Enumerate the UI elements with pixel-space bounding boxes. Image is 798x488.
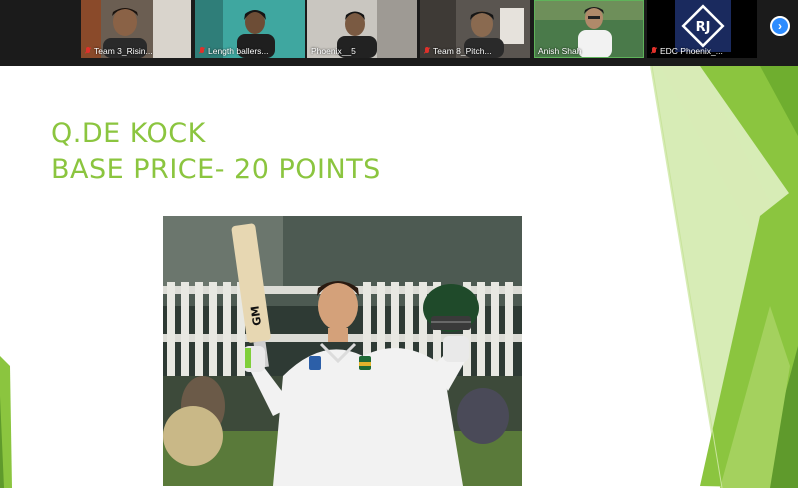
participant-name: Anish Shah xyxy=(538,46,582,56)
participant-strip: Team 3_Risin... Length ballers... Phoeni… xyxy=(0,0,798,66)
participant-tile[interactable]: Team 3_Risin... xyxy=(81,0,191,58)
participant-tile[interactable]: RJ EDC Phoenix_... xyxy=(647,0,757,58)
slide-title-line2: BASE PRICE- 20 POINTS xyxy=(51,154,381,185)
muted-mic-icon xyxy=(85,47,91,55)
muted-mic-icon xyxy=(651,47,657,55)
presentation-slide: Q.DE KOCK BASE PRICE- 20 POINTS GM xyxy=(0,66,798,488)
svg-text:RJ: RJ xyxy=(696,20,711,35)
muted-mic-icon xyxy=(424,47,430,55)
slide-title-line1: Q.DE KOCK xyxy=(51,118,206,149)
svg-text:GM: GM xyxy=(248,305,264,327)
participant-name: Team 8_Pitch... xyxy=(433,46,492,56)
chevron-right-icon[interactable]: › xyxy=(770,16,790,36)
participant-name: Phoenix__5 xyxy=(311,46,356,56)
player-photo: GM xyxy=(163,216,522,486)
participant-name: Team 3_Risin... xyxy=(94,46,153,56)
participant-tile-active[interactable]: Anish Shah xyxy=(534,0,644,58)
participant-tile[interactable]: Team 8_Pitch... xyxy=(420,0,530,58)
muted-mic-icon xyxy=(199,47,205,55)
participant-name: Length ballers... xyxy=(208,46,269,56)
participant-tile[interactable]: Length ballers... xyxy=(195,0,305,58)
participant-name: EDC Phoenix_... xyxy=(660,46,723,56)
participant-tile[interactable]: Phoenix__5 xyxy=(307,0,417,58)
